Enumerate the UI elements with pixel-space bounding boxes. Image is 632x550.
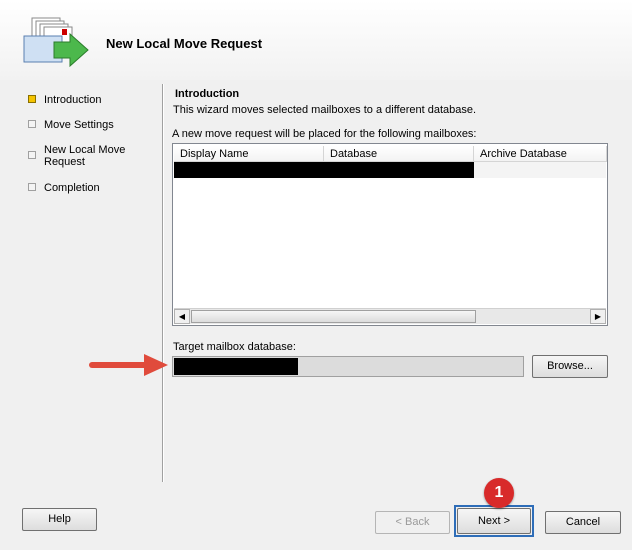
target-database-field[interactable] — [172, 356, 524, 377]
column-header-archive-database[interactable]: Archive Database — [474, 146, 607, 162]
wizard-title: New Local Move Request — [106, 36, 263, 51]
target-database-label: Target mailbox database: — [173, 341, 296, 353]
cancel-button[interactable]: Cancel — [545, 511, 621, 534]
horizontal-scrollbar[interactable]: ◀ ▶ — [174, 308, 606, 324]
sidebar-item-label: Introduction — [44, 94, 102, 106]
step-pending-icon — [28, 183, 36, 191]
step-current-icon — [28, 95, 36, 103]
section-description: This wizard moves selected mailboxes to … — [173, 104, 477, 116]
scroll-left-icon[interactable]: ◀ — [174, 309, 190, 324]
table-row[interactable] — [174, 162, 606, 178]
step-pending-icon — [28, 151, 36, 159]
scroll-right-icon[interactable]: ▶ — [590, 309, 606, 324]
section-title: Introduction — [175, 88, 240, 100]
redacted-mailbox-name — [174, 162, 474, 178]
move-mailbox-icon — [23, 17, 89, 68]
browse-button[interactable]: Browse... — [532, 355, 608, 378]
column-header-display-name[interactable]: Display Name — [174, 146, 324, 162]
mailbox-list-label: A new move request will be placed for th… — [172, 128, 477, 140]
wizard-header: New Local Move Request — [0, 0, 632, 80]
red-arrow-annotation — [89, 354, 168, 376]
step-pending-icon — [28, 120, 36, 128]
next-button[interactable]: Next > — [457, 508, 531, 534]
vertical-divider — [162, 84, 164, 482]
redacted-target-database — [174, 358, 298, 375]
help-button[interactable]: Help — [22, 508, 97, 531]
mailbox-list[interactable]: Display Name Database Archive Database ◀… — [172, 143, 608, 326]
back-button[interactable]: < Back — [375, 511, 450, 534]
scroll-thumb[interactable] — [191, 310, 476, 323]
step-number-badge: 1 — [484, 478, 514, 508]
archive-database-cell — [474, 162, 606, 178]
sidebar-item-label: Move Settings — [44, 119, 114, 131]
sidebar-item-label: Completion — [44, 182, 100, 194]
sidebar-item-label: New Local Move Request — [44, 144, 126, 168]
column-header-database[interactable]: Database — [324, 146, 474, 162]
